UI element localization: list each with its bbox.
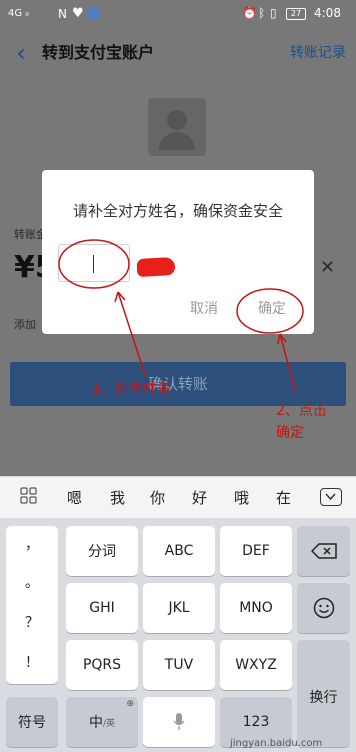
key-tuv[interactable]: TUV: [143, 640, 215, 690]
grid-menu-icon[interactable]: [20, 487, 38, 505]
ok-button-highlight-ring: [236, 288, 304, 334]
key-ghi[interactable]: GHI: [66, 583, 138, 633]
candidate-word[interactable]: 我: [110, 488, 125, 508]
candidate-word[interactable]: 好: [192, 488, 207, 508]
candidate-word[interactable]: 在: [276, 488, 291, 508]
microphone-icon: [173, 713, 185, 730]
key-def[interactable]: DEF: [220, 526, 292, 576]
candidate-word[interactable]: 你: [150, 488, 165, 508]
watermark-text: jingyan.baidu.com: [230, 738, 323, 749]
emoji-icon[interactable]: [297, 583, 350, 633]
arrow-to-name-input: [117, 291, 147, 379]
exclaim-key[interactable]: ！: [6, 652, 58, 672]
enter-key[interactable]: 换行: [297, 640, 350, 747]
key-mno[interactable]: MNO: [220, 583, 292, 633]
comma-key[interactable]: ，: [6, 534, 58, 554]
name-input-highlight-ring: [58, 239, 130, 289]
period-key[interactable]: 。: [6, 572, 58, 592]
step2-annotation-line2: 确定: [276, 425, 304, 441]
key-wxyz[interactable]: WXYZ: [220, 640, 292, 690]
globe-icon: ⊕: [126, 699, 134, 709]
backspace-icon[interactable]: [297, 526, 350, 576]
candidate-bar: [0, 476, 356, 518]
language-switch-key[interactable]: 中/英 ⊕: [66, 697, 138, 747]
lang-key-sub: /英: [102, 718, 116, 729]
key-pqrs[interactable]: PQRS: [66, 640, 138, 690]
punctuation-column[interactable]: ， 。 ？ ！: [6, 526, 58, 684]
collapse-keyboard-icon[interactable]: [320, 488, 342, 506]
candidate-word[interactable]: 哦: [234, 488, 249, 508]
space-key[interactable]: [143, 697, 215, 747]
question-key[interactable]: ？: [6, 612, 58, 632]
step2-annotation-line1: 2、点击: [276, 403, 327, 419]
key-fenci[interactable]: 分词: [66, 526, 138, 576]
lang-key-label: 中: [88, 715, 103, 731]
arrow-to-ok-button: [279, 333, 297, 395]
candidate-word[interactable]: 嗯: [67, 488, 82, 508]
key-abc[interactable]: ABC: [143, 526, 215, 576]
key-jkl[interactable]: JKL: [143, 583, 215, 633]
symbol-key[interactable]: 符号: [6, 697, 58, 747]
step1-annotation: 1、补全姓名: [92, 381, 171, 397]
